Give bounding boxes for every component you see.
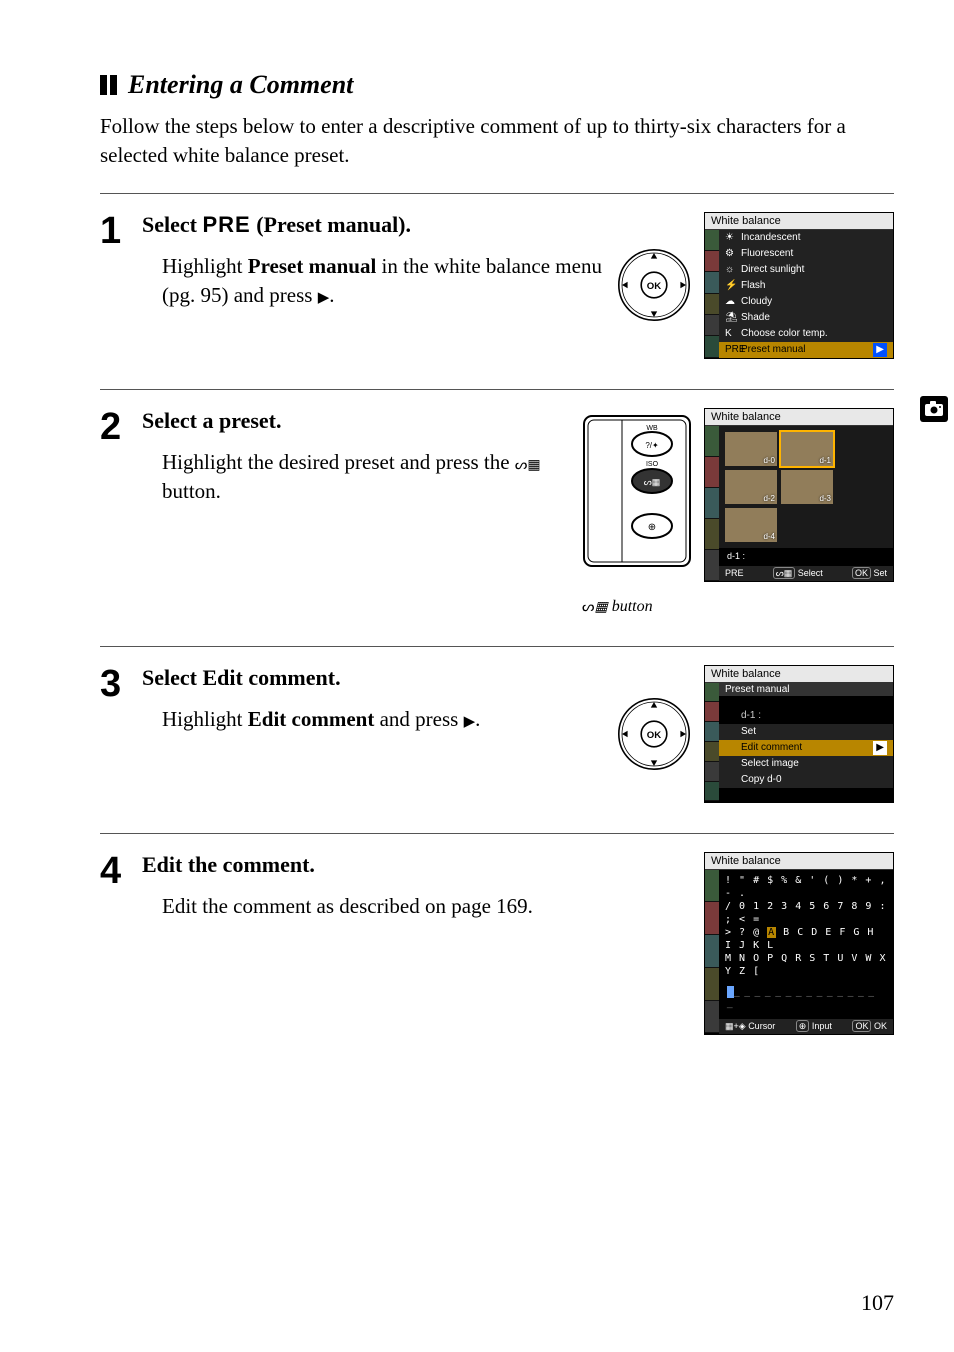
lcd-menu-item: ☀Incandescent [719,230,893,246]
intro-text: Follow the steps below to enter a descri… [100,112,894,171]
camera-lcd-screenshot: White balance Preset manual d-1 : [704,665,894,803]
t: and press [374,707,463,731]
lcd-footer: PRE ᔕ▦ Select OK Set [719,566,893,581]
step-1: 1 Select PRE (Preset manual). Highlight … [100,193,894,389]
lcd-menu-item: Edit comment▶ [719,740,893,756]
t: . [475,707,480,731]
step-2: 2 Select a preset. Highlight the desired… [100,389,894,646]
lcd-menu-item: ⚙Fluorescent [719,246,893,262]
camera-icon [920,396,948,422]
right-triangle-icon: ▶ [464,714,476,730]
lcd-menu-item: Copy d-0 [719,772,893,788]
step-heading: Edit the comment. [142,852,694,878]
camera-back-illustration: WB ?/✦ ISO ᔕ▦ ⊕ [582,408,692,568]
section-title: Entering a Comment [100,70,894,102]
step-number: 1 [100,212,142,250]
lcd-menu-item: ☁Cloudy [719,294,893,310]
step-heading: Select PRE (Preset manual). [142,212,604,238]
section-title-text: Entering a Comment [128,70,353,99]
lcd-title: White balance [705,409,893,426]
lcd-menu-item: ☼Direct sunlight [719,262,893,278]
t: (Preset manual). [251,212,411,237]
lcd-menu-item: KChoose color temp. [719,326,893,342]
step-4: 4 Edit the comment. Edit the comment as … [100,833,894,1065]
page-number: 107 [861,1290,894,1316]
lcd-menu-item: ⚡Flash [719,278,893,294]
t: Highlight [162,254,248,278]
lcd-footer: ▦+◈ Cursor ⊕ Input OK OK [719,1019,893,1034]
step-heading: Select a preset. [142,408,572,434]
step-text: Edit the comment as described on page 16… [142,892,694,921]
step-heading: Select Edit comment. [142,665,604,691]
svg-text:ISO: ISO [646,461,659,468]
lcd-title: White balance [705,666,893,683]
right-triangle-icon: ▶ [318,290,330,306]
lcd-info: d-1 : [719,548,893,566]
t: . [335,665,341,690]
lcd-info: d-1 : [719,708,893,724]
lcd-thumb: d-1 [781,432,833,466]
t: . [329,283,334,307]
lcd-thumb: d-4 [725,508,777,542]
multi-selector-icon: OK [614,694,694,774]
step-text: Highlight the desired preset and press t… [142,448,572,507]
lcd-thumb: d-3 [781,470,833,504]
svg-text:OK: OK [647,281,661,292]
svg-text:ᔕ▦: ᔕ▦ [644,477,661,487]
q-grid-button-icon: ᔕ▦ [582,598,608,615]
multi-selector-icon: OK [614,245,694,325]
lcd-sub: Preset manual [719,683,893,696]
side-tab [914,384,954,434]
t: Highlight the desired preset and press t… [162,450,515,474]
t: button. [162,479,221,503]
svg-text:OK: OK [647,730,661,741]
lcd-menu-item: PREPreset manual▶ [719,342,893,358]
svg-text:?/✦: ?/✦ [645,441,659,450]
step-text: Highlight Preset manual in the white bal… [142,252,604,311]
camera-lcd-screenshot: White balance ! " # $ % & ' ( ) * + , - … [704,852,894,1035]
step-text: Highlight Edit comment and press ▶. [142,705,604,734]
lcd-input-line: _ _ _ _ _ _ _ _ _ _ _ _ _ _ _ [719,982,893,1013]
t: Edit comment [248,707,375,731]
q-grid-button-icon: ᔕ▦ [515,455,541,475]
t: Select [142,212,202,237]
svg-text:WB: WB [646,425,658,432]
camera-lcd-screenshot: White balance ☀Incandescent⚙Fluorescent☼… [704,212,894,359]
step-3: 3 Select Edit comment. Highlight Edit co… [100,646,894,833]
t: PRE [202,212,250,237]
lcd-keyboard: ! " # $ % & ' ( ) * + , - ./ 0 1 2 3 4 5… [719,870,893,982]
step-number: 3 [100,665,142,703]
t: Preset manual [248,254,377,278]
lcd-menu-item: Set [719,724,893,740]
button-caption: ᔕ▦ button [582,598,653,616]
lcd-thumb: d-0 [725,432,777,466]
lcd-menu-item: Select image [719,756,893,772]
section-bars-icon [100,72,120,102]
lcd-menu-item: ⛱Shade [719,310,893,326]
step-number: 2 [100,408,142,446]
t: Select [142,665,202,690]
step-number: 4 [100,852,142,890]
camera-lcd-screenshot: White balance d-0d-1d-2d-3d-4 d-1 : [704,408,894,582]
lcd-title: White balance [705,213,893,230]
lcd-thumb: d-2 [725,470,777,504]
t: Edit comment [202,665,335,690]
svg-text:⊕: ⊕ [648,522,656,533]
t: Highlight [162,707,248,731]
lcd-title: White balance [705,853,893,870]
